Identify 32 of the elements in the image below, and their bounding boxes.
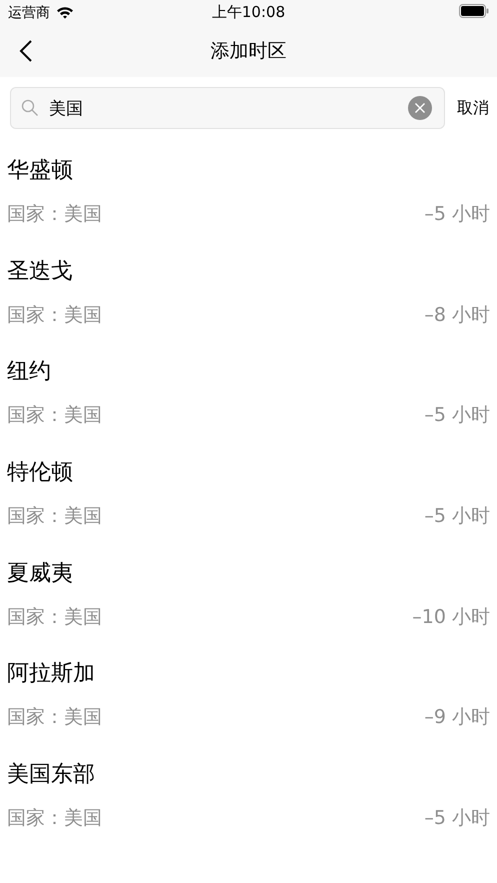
country-label: 国家：美国 — [7, 403, 102, 428]
country-label: 国家：美国 — [7, 202, 102, 227]
country-label: 国家：美国 — [7, 302, 102, 328]
clear-icon[interactable] — [408, 96, 432, 120]
cancel-button[interactable]: 取消 — [457, 98, 489, 118]
back-icon[interactable] — [19, 39, 33, 63]
page-title: 添加时区 — [210, 39, 286, 64]
wifi-icon — [56, 6, 74, 19]
city-name[interactable]: 特伦顿 — [7, 458, 73, 488]
offset-label: –8 小时 — [424, 302, 490, 328]
carrier-label: 运营商 — [8, 4, 50, 22]
city-name[interactable]: 华盛顿 — [7, 156, 73, 186]
search-field[interactable]: 美国 — [10, 87, 445, 129]
city-name[interactable]: 圣迭戈 — [7, 256, 73, 287]
offset-label: –9 小时 — [424, 705, 490, 730]
city-name[interactable]: 阿拉斯加 — [7, 659, 95, 690]
battery-icon — [459, 4, 489, 18]
city-name[interactable]: 夏威夷 — [7, 558, 73, 589]
offset-label: –5 小时 — [424, 202, 490, 227]
country-label: 国家：美国 — [7, 504, 102, 530]
offset-label: –5 小时 — [424, 806, 490, 832]
offset-label: –5 小时 — [424, 504, 490, 530]
country-label: 国家：美国 — [7, 806, 102, 832]
country-label: 国家：美国 — [7, 604, 102, 630]
country-label: 国家：美国 — [7, 705, 102, 730]
status-time: 上午10:08 — [212, 3, 286, 22]
search-query: 美国 — [49, 98, 84, 120]
offset-label: –10 小时 — [412, 604, 490, 630]
search-icon — [21, 99, 39, 117]
city-name[interactable]: 美国东部 — [7, 760, 95, 790]
offset-label: –5 小时 — [424, 403, 490, 428]
city-name[interactable]: 纽约 — [7, 357, 51, 388]
